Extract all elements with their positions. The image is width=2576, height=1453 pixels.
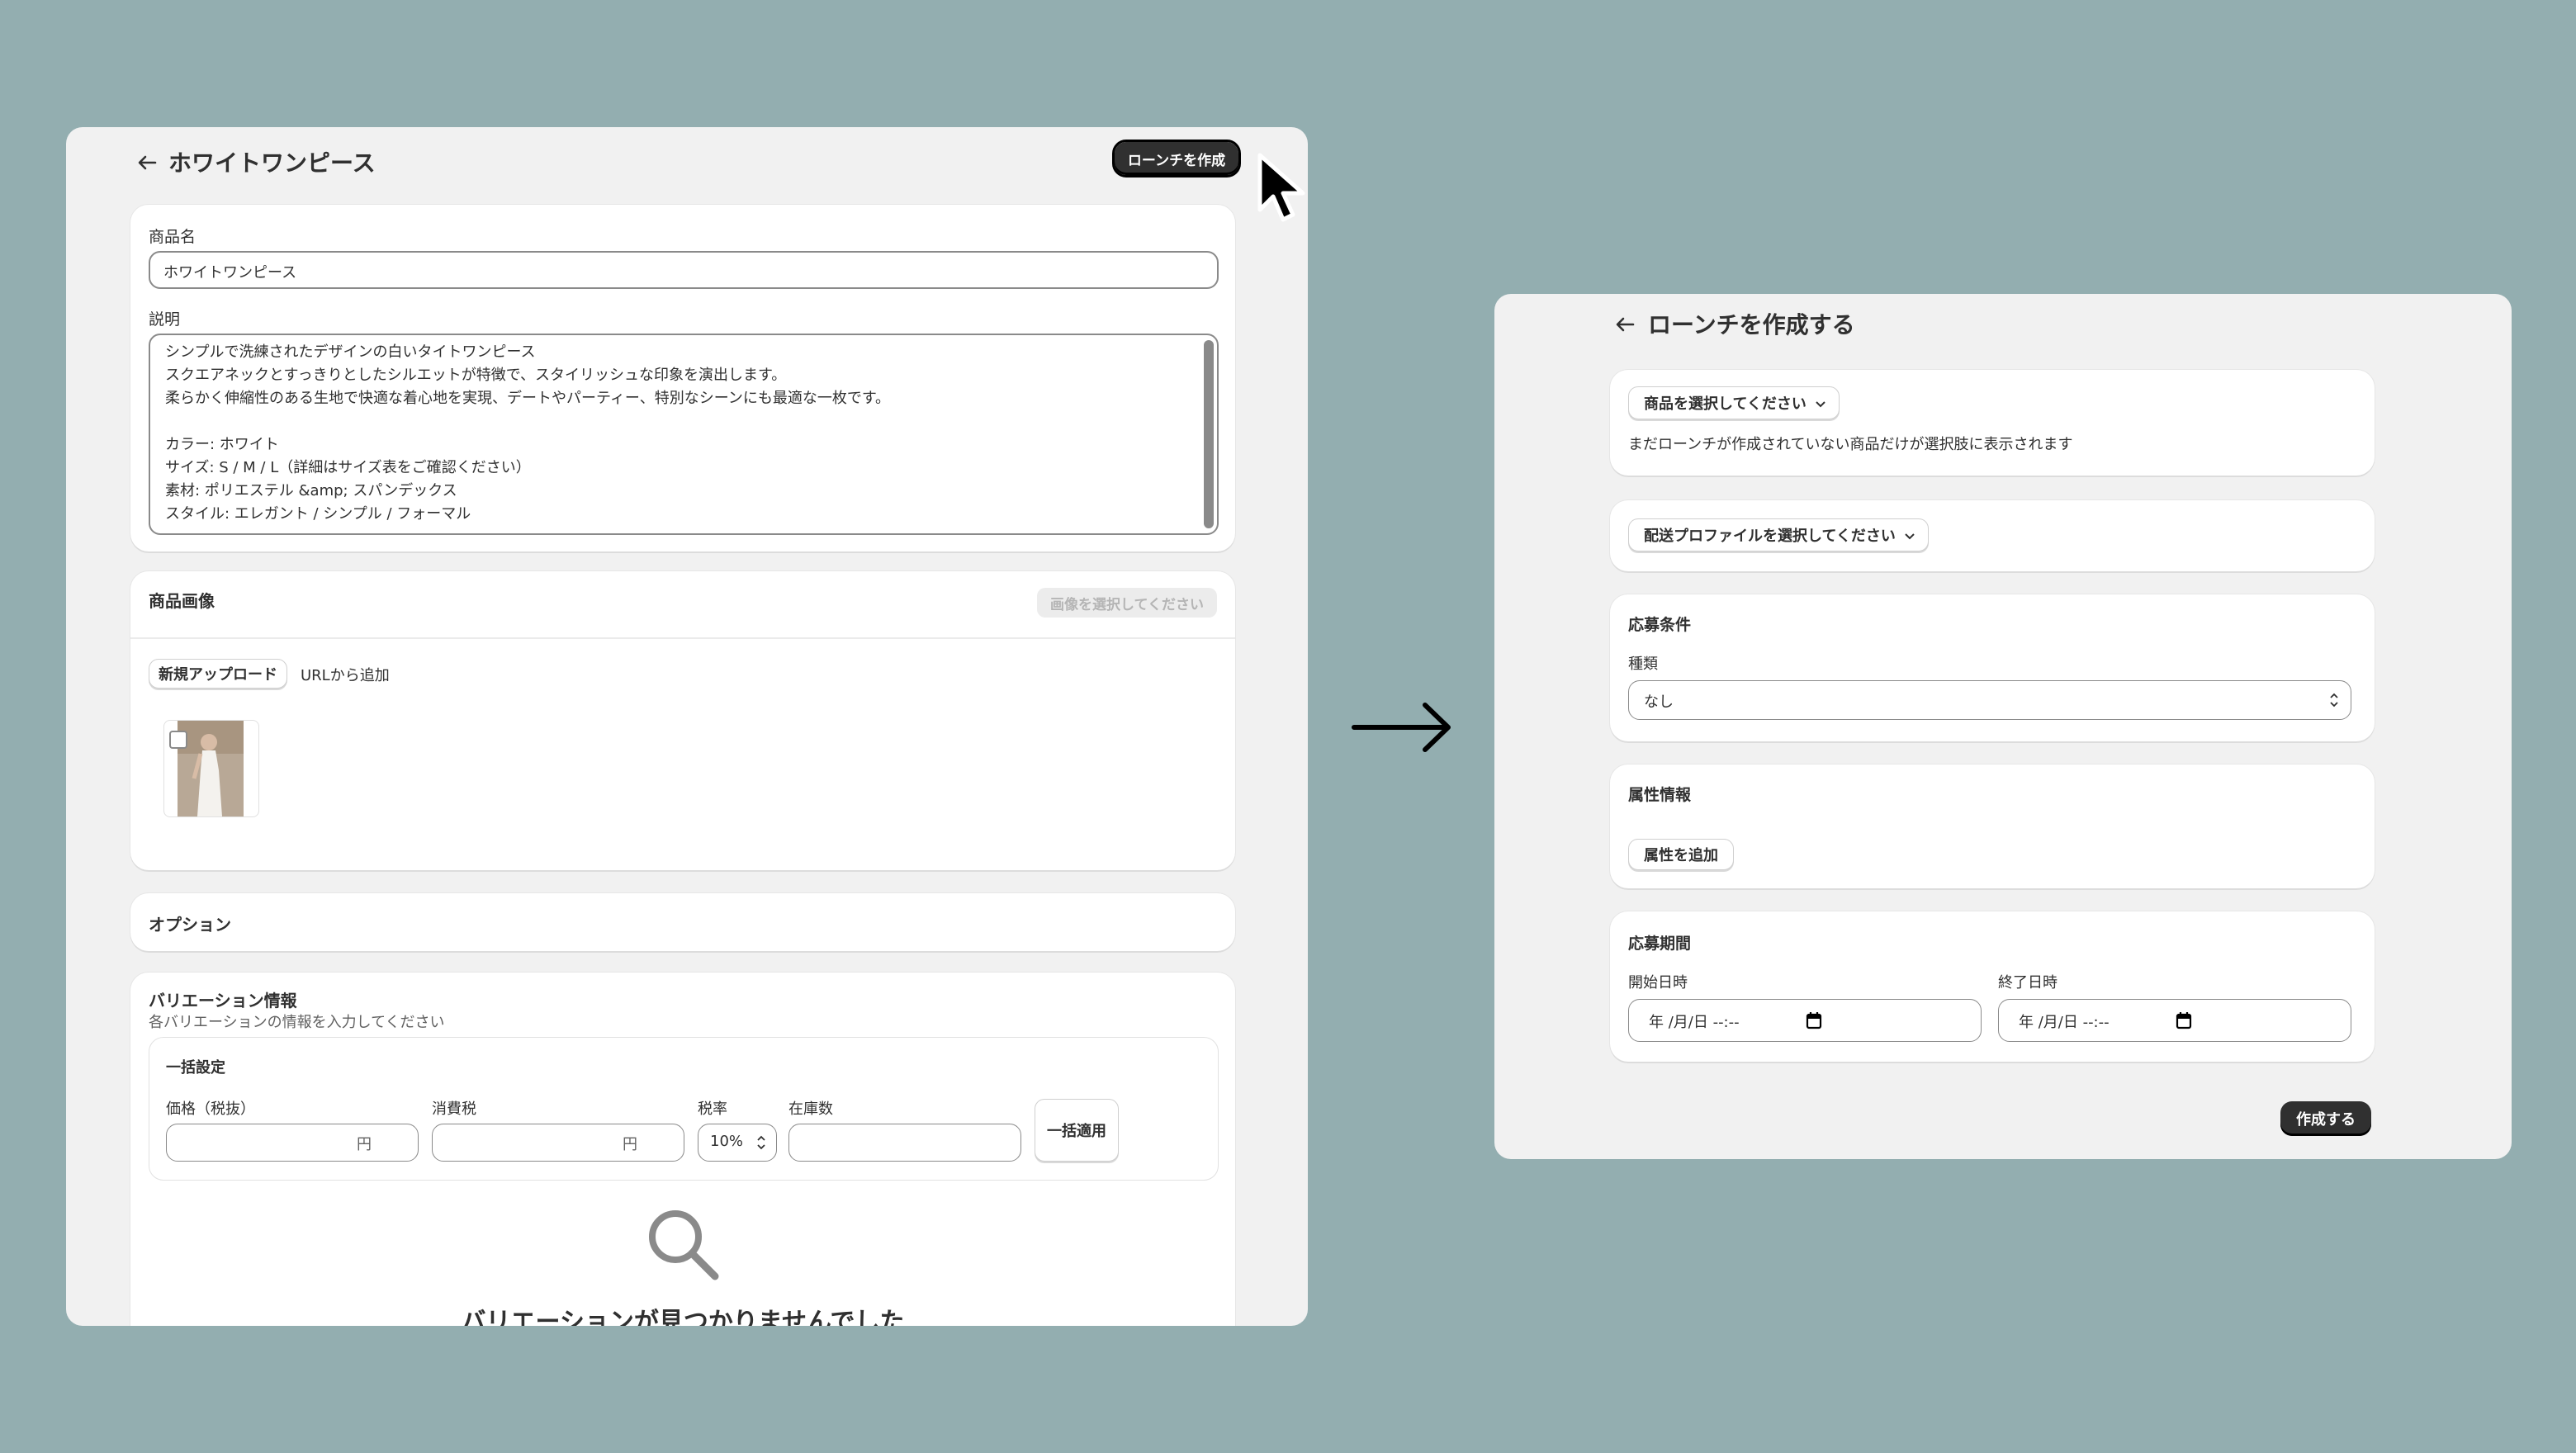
search-icon xyxy=(646,1207,720,1285)
product-hint-text: まだローンチが作成されていない商品だけが選択肢に表示されます xyxy=(1628,436,2073,453)
add-attribute-button[interactable]: 属性を追加 xyxy=(1628,839,1734,870)
transition-arrow-icon xyxy=(1351,698,1455,760)
options-card[interactable]: オプション xyxy=(130,893,1235,951)
price-label: 価格（税抜） xyxy=(166,1100,255,1118)
description-scrollbar[interactable] xyxy=(1204,340,1214,528)
product-name-label: 商品名 xyxy=(149,228,197,246)
bulk-apply-button[interactable]: 一括適用 xyxy=(1035,1099,1119,1162)
select-shipping-dropdown[interactable]: 配送プロファイルを選択してください xyxy=(1628,518,1929,551)
start-label: 開始日時 xyxy=(1628,974,1688,992)
product-edit-window: ホワイトワンピース ローンチを作成 商品名 ホワイトワンピース 説明 シンプルで… xyxy=(66,127,1308,1326)
attributes-title: 属性情報 xyxy=(1628,786,1692,804)
product-name-input[interactable]: ホワイトワンピース xyxy=(149,251,1219,289)
end-datetime-input[interactable]: 年 /月/日 --:-- xyxy=(1998,999,2351,1042)
chevron-down-icon xyxy=(1814,397,1827,414)
select-images-button[interactable]: 画像を選択してください xyxy=(1037,588,1217,618)
rate-select[interactable]: 10% xyxy=(698,1124,777,1162)
add-from-url-link[interactable]: URLから追加 xyxy=(301,664,390,685)
conditions-title: 応募条件 xyxy=(1628,616,1692,634)
description-label: 説明 xyxy=(149,310,181,329)
end-label: 終了日時 xyxy=(1998,974,2057,992)
page-title: ローンチを作成する xyxy=(1648,311,1855,338)
select-arrows-icon xyxy=(756,1134,766,1154)
chevron-down-icon xyxy=(1903,529,1916,547)
mouse-cursor-icon xyxy=(1257,152,1311,226)
product-images-card: 商品画像 画像を選択してください 新規アップロード URLから追加 xyxy=(130,571,1235,870)
calendar-icon[interactable] xyxy=(2176,1011,2192,1033)
tax-label: 消費税 xyxy=(432,1100,476,1118)
create-button[interactable]: 作成する xyxy=(2280,1101,2371,1136)
back-arrow-icon[interactable] xyxy=(1613,310,1636,338)
thumbnail-checkbox[interactable] xyxy=(169,731,187,749)
type-select[interactable]: なし xyxy=(1628,680,2351,720)
type-label: 種類 xyxy=(1628,656,1658,673)
variation-card: バリエーション情報 各バリエーションの情報を入力してください 一括設定 価格（税… xyxy=(130,973,1235,1326)
select-product-dropdown[interactable]: 商品を選択してください xyxy=(1628,386,1840,419)
options-title: オプション xyxy=(149,915,231,935)
create-launch-window: ローンチを作成する 商品を選択してください まだローンチが作成されていない商品だ… xyxy=(1494,294,2512,1159)
stock-label: 在庫数 xyxy=(788,1100,833,1118)
images-title: 商品画像 xyxy=(149,591,215,611)
rate-label: 税率 xyxy=(698,1100,727,1118)
upload-button[interactable]: 新規アップロード xyxy=(149,659,287,689)
create-launch-button[interactable]: ローンチを作成 xyxy=(1112,140,1241,177)
shipping-select-card: 配送プロファイルを選択してください xyxy=(1610,500,2375,571)
page-title: ホワイトワンピース xyxy=(168,149,376,177)
stock-input[interactable] xyxy=(788,1124,1021,1162)
empty-state-text: バリエーションが見つかりませんでした xyxy=(461,1308,905,1326)
tax-input[interactable]: 円 xyxy=(432,1124,684,1162)
start-datetime-input[interactable]: 年 /月/日 --:-- xyxy=(1628,999,1982,1042)
product-thumbnail[interactable] xyxy=(163,720,259,817)
description-textarea[interactable]: シンプルで洗練されたデザインの白いタイトワンピース スクエアネックとすっきりとし… xyxy=(149,334,1219,535)
select-arrows-icon xyxy=(2329,692,2339,712)
conditions-card: 応募条件 種類 なし xyxy=(1610,594,2375,741)
basic-info-card: 商品名 ホワイトワンピース 説明 シンプルで洗練されたデザインの白いタイトワンピ… xyxy=(130,205,1235,551)
bulk-settings-box: 一括設定 価格（税抜） 円 消費税 円 税率 10% 在庫数 一括適用 xyxy=(149,1037,1219,1181)
attributes-card: 属性情報 属性を追加 xyxy=(1610,764,2375,888)
variation-title: バリエーション情報 xyxy=(149,991,297,1010)
calendar-icon[interactable] xyxy=(1806,1011,1822,1033)
period-title: 応募期間 xyxy=(1628,935,1692,953)
back-arrow-icon[interactable] xyxy=(135,149,159,177)
images-divider xyxy=(130,637,1235,639)
bulk-title: 一括設定 xyxy=(166,1059,225,1077)
period-card: 応募期間 開始日時 年 /月/日 --:-- 終了日時 年 /月/日 --:-- xyxy=(1610,911,2375,1062)
variation-subtitle: 各バリエーションの情報を入力してください xyxy=(149,1014,445,1031)
price-input[interactable]: 円 xyxy=(166,1124,419,1162)
product-select-card: 商品を選択してください まだローンチが作成されていない商品だけが選択肢に表示され… xyxy=(1610,370,2375,476)
